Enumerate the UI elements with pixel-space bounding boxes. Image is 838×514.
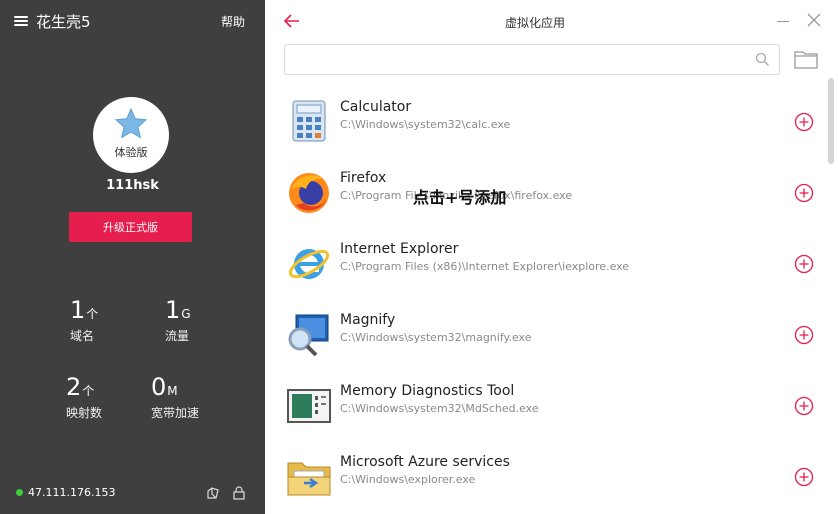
stat-label: 域名 bbox=[70, 329, 95, 343]
online-status-icon bbox=[16, 489, 23, 496]
app-name: Internet Explorer bbox=[340, 241, 459, 257]
stat-unit: M bbox=[167, 384, 178, 398]
stat-label: 流量 bbox=[165, 329, 190, 343]
minimize-icon[interactable] bbox=[777, 21, 789, 22]
list-item[interactable]: Calculator C:\Windows\system32\calc.exe bbox=[265, 88, 825, 159]
app-path: C:\Windows\system32\magnify.exe bbox=[340, 331, 532, 344]
add-circle-icon[interactable] bbox=[794, 396, 814, 416]
stat-unit: 个 bbox=[86, 307, 99, 321]
stat-label: 映射数 bbox=[66, 406, 103, 420]
app-name: Memory Diagnostics Tool bbox=[340, 383, 515, 399]
stat-value: 1 bbox=[165, 296, 181, 324]
add-circle-icon[interactable] bbox=[794, 254, 814, 274]
memory-diagnostics-icon bbox=[287, 389, 331, 423]
stat-label: 宽带加速 bbox=[151, 406, 200, 420]
folder-icon[interactable] bbox=[794, 49, 818, 69]
add-circle-icon[interactable] bbox=[794, 183, 814, 203]
scrollbar[interactable] bbox=[827, 76, 835, 512]
stat-traffic[interactable]: 1G 流量 bbox=[165, 297, 191, 344]
app-path: C:\Windows\system32\MdSched.exe bbox=[340, 402, 539, 415]
menu-brand: 花生壳5 bbox=[14, 11, 91, 32]
stat-bandwidth[interactable]: 0M 宽带加速 bbox=[151, 374, 199, 421]
list-item[interactable]: Memory Diagnostics Tool C:\Windows\syste… bbox=[265, 372, 825, 443]
page-title: 虚拟化应用 bbox=[504, 16, 565, 30]
app-path: C:\Windows\system32\calc.exe bbox=[340, 118, 511, 131]
stat-value: 2 bbox=[66, 373, 82, 401]
magnify-icon bbox=[288, 314, 329, 357]
ip-address: 47.111.176.153 bbox=[28, 486, 116, 499]
sidebar-header: 花生壳5 帮助 bbox=[0, 0, 265, 42]
sidebar-footer-icons bbox=[206, 485, 246, 500]
search-input[interactable] bbox=[285, 45, 735, 74]
lock-icon[interactable] bbox=[232, 485, 246, 500]
app-name: Magnify bbox=[340, 312, 396, 328]
stat-value: 0 bbox=[151, 373, 167, 401]
list-item[interactable]: Firefox C:\Program Files\Mozilla Firefox… bbox=[265, 159, 825, 230]
scrollbar-thumb[interactable] bbox=[828, 78, 834, 164]
stat-unit: 个 bbox=[82, 384, 95, 398]
app-name: Calculator bbox=[340, 99, 412, 115]
star-icon bbox=[114, 107, 148, 139]
stat-value: 1 bbox=[70, 296, 86, 324]
add-circle-icon[interactable] bbox=[794, 467, 814, 487]
stat-unit: G bbox=[181, 307, 191, 321]
search-box[interactable] bbox=[284, 44, 780, 75]
app-name: Firefox bbox=[340, 170, 387, 186]
stat-mappings[interactable]: 2个 映射数 bbox=[66, 374, 102, 421]
folder-app-icon bbox=[287, 462, 331, 496]
list-item[interactable]: Internet Explorer C:\Program Files (x86)… bbox=[265, 230, 825, 301]
username: 111hsk bbox=[106, 178, 159, 193]
annotation-text: 点击+号添加 bbox=[413, 188, 507, 207]
hamburger-menu-icon[interactable] bbox=[14, 15, 28, 27]
list-item[interactable]: Microsoft Azure services C:\Windows\expl… bbox=[265, 443, 825, 514]
share-icon[interactable] bbox=[206, 485, 220, 499]
add-circle-icon[interactable] bbox=[794, 112, 814, 132]
stat-domains[interactable]: 1个 域名 bbox=[70, 297, 98, 344]
app-name: Microsoft Azure services bbox=[340, 454, 510, 470]
upgrade-button[interactable]: 升级正式版 bbox=[69, 212, 192, 242]
avatar[interactable]: 体验版 bbox=[93, 97, 169, 173]
help-link[interactable]: 帮助 bbox=[221, 13, 245, 30]
add-circle-icon[interactable] bbox=[794, 325, 814, 345]
search-icon[interactable] bbox=[755, 52, 770, 67]
close-icon[interactable] bbox=[806, 12, 822, 28]
sidebar: 花生壳5 帮助 体验版 111hsk 升级正式版 1个 域名 1G 流量 2个 … bbox=[0, 0, 265, 514]
edition-label: 体验版 bbox=[114, 145, 148, 159]
list-item[interactable]: Magnify C:\Windows\system32\magnify.exe bbox=[265, 301, 825, 372]
app-path: C:\Program Files (x86)\Internet Explorer… bbox=[340, 260, 630, 273]
internet-explorer-icon bbox=[288, 249, 330, 279]
app-path: C:\Windows\explorer.exe bbox=[340, 473, 476, 486]
ip-status: 47.111.176.153 bbox=[16, 486, 115, 499]
firefox-icon bbox=[289, 173, 329, 213]
brand-name: 花生壳5 bbox=[36, 12, 91, 31]
virtual-apps-panel: 虚拟化应用 Calculator C:\Windows\system32\cal… bbox=[265, 0, 838, 514]
calculator-icon bbox=[292, 100, 326, 142]
